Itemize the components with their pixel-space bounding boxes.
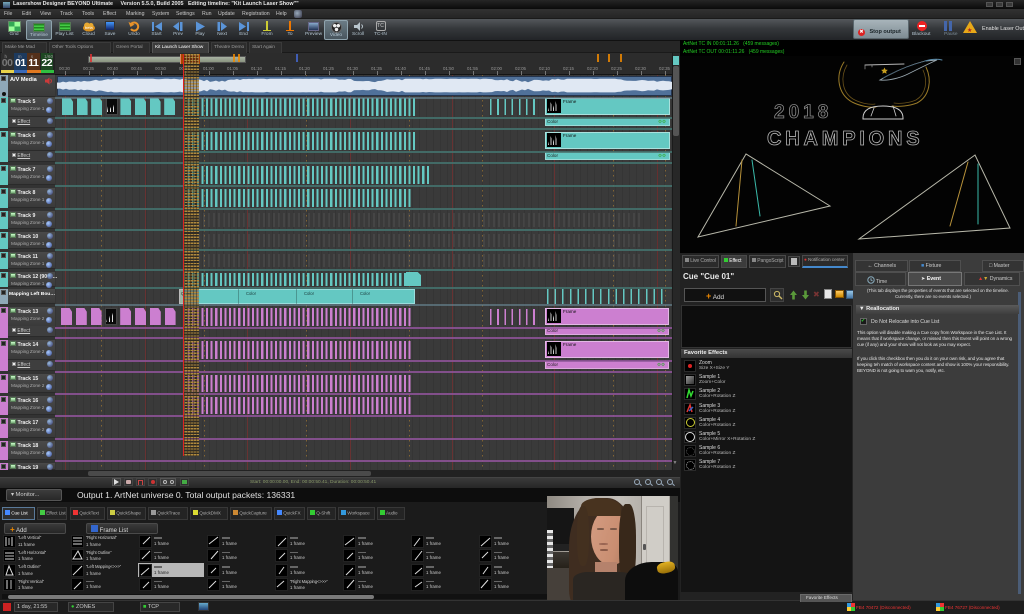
svg-text:beta: beta — [85, 25, 94, 30]
svg-text:2018: 2018 — [774, 102, 832, 123]
svg-text:CHAMPIONS: CHAMPIONS — [767, 128, 923, 150]
